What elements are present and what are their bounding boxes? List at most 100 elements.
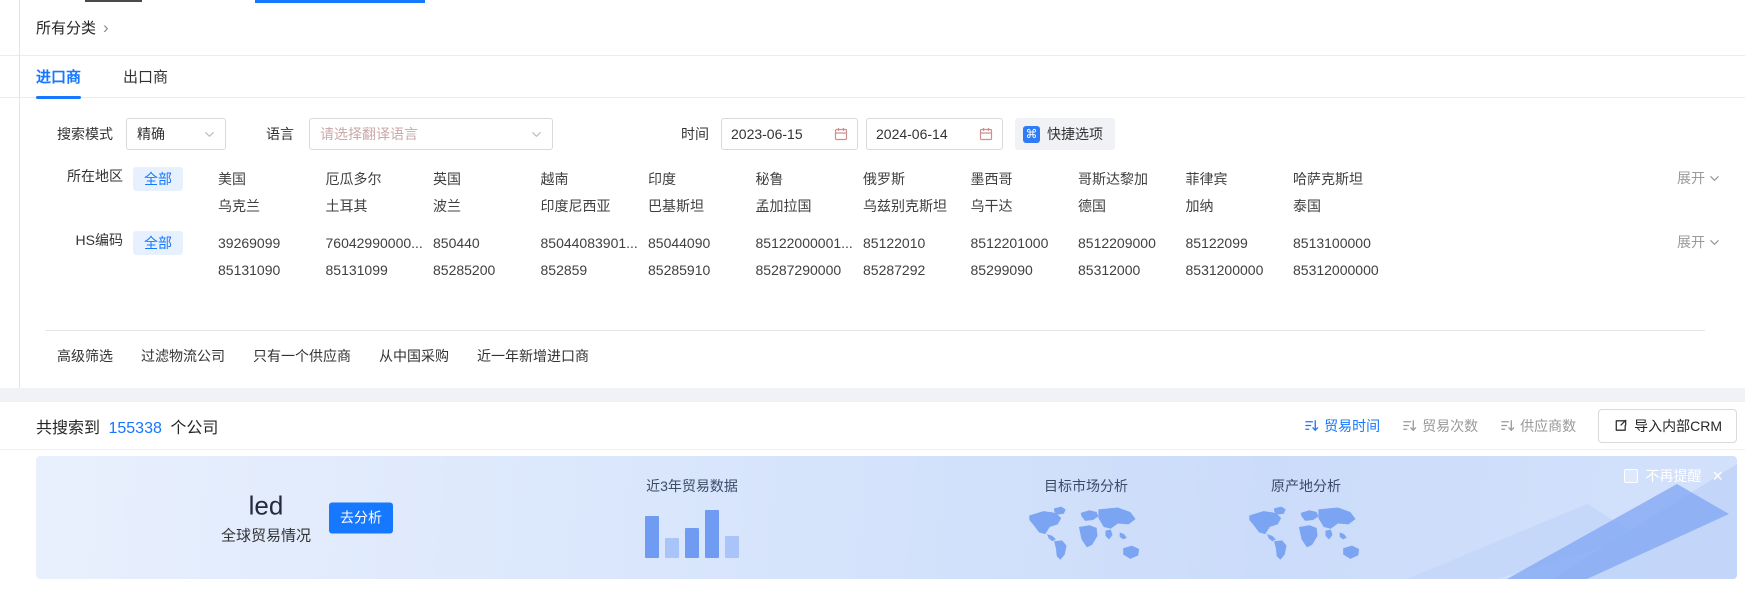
advanced-option[interactable]: 只有一个供应商: [253, 346, 351, 366]
hs-code-option[interactable]: 85044083901...: [541, 230, 649, 257]
command-icon: ⌘: [1023, 126, 1040, 143]
region-option[interactable]: 英国: [433, 166, 541, 193]
date-end-input[interactable]: 2024-06-14: [866, 118, 1003, 150]
region-option[interactable]: 乌克兰: [218, 193, 326, 220]
advanced-options: 过滤物流公司 只有一个供应商 从中国采购 近一年新增进口商: [141, 346, 589, 366]
language-label: 语言: [266, 124, 294, 144]
sort-icon: [1402, 418, 1417, 433]
hs-code-option[interactable]: 76042990000...: [326, 230, 434, 257]
region-option[interactable]: 德国: [1078, 193, 1186, 220]
hs-code-option[interactable]: 85131099: [326, 257, 434, 284]
sort-trade-time[interactable]: 贸易时间: [1304, 416, 1380, 436]
date-start-input[interactable]: 2023-06-15: [721, 118, 858, 150]
region-option[interactable]: 加纳: [1186, 193, 1294, 220]
search-mode-select[interactable]: 精确: [126, 118, 226, 150]
hs-code-option[interactable]: 85312000000: [1293, 257, 1401, 284]
hs-code-options-grid: 3926909976042990000...85044085044083901.…: [218, 230, 1401, 284]
region-option[interactable]: 孟加拉国: [756, 193, 864, 220]
hs-code-option[interactable]: 850440: [433, 230, 541, 257]
quick-options-button[interactable]: ⌘ 快捷选项: [1015, 118, 1115, 150]
category-breadcrumb[interactable]: 所有分类 ›: [0, 0, 1745, 56]
hs-code-option[interactable]: 85285200: [433, 257, 541, 284]
banner-market-section: 目标市场分析: [1011, 476, 1161, 571]
hs-code-option[interactable]: 85122000001...: [756, 230, 864, 257]
region-option[interactable]: 哈萨克斯坦: [1293, 166, 1401, 193]
region-option[interactable]: 乌兹别克斯坦: [863, 193, 971, 220]
hs-code-option[interactable]: 8531200000: [1186, 257, 1294, 284]
region-option[interactable]: 菲律宾: [1186, 166, 1294, 193]
advanced-filter-row: 高级筛选 过滤物流公司只有一个供应商从中国采购近一年新增进口商: [0, 331, 1745, 388]
region-option[interactable]: 印度: [648, 166, 756, 193]
hs-code-option[interactable]: 39269099: [218, 230, 326, 257]
quick-options-label: 快捷选项: [1047, 124, 1103, 144]
hs-code-option[interactable]: 85131090: [218, 257, 326, 284]
sort-supplier-count[interactable]: 供应商数: [1500, 416, 1576, 436]
trade-bar: [705, 510, 719, 558]
search-keyword: led: [221, 490, 311, 520]
trade-search-page: 所有分类 › 进口商 出口商 搜索模式 精确 语言 请选择翻译语言 时间 202…: [0, 0, 1745, 591]
results-toolbar: 贸易时间 贸易次数 供应商数 导入内部CRM: [1304, 409, 1737, 443]
advanced-option[interactable]: 从中国采购: [379, 346, 449, 366]
hs-code-option[interactable]: 85287292: [863, 257, 971, 284]
top-tab-remnant: [85, 0, 142, 2]
region-option[interactable]: 泰国: [1293, 193, 1401, 220]
results-header: 共搜索到 155338 个公司 贸易时间 贸易次数 供应商数: [0, 402, 1745, 450]
hs-code-option[interactable]: 85044090: [648, 230, 756, 257]
close-icon[interactable]: ×: [1712, 469, 1723, 483]
region-option[interactable]: 土耳其: [326, 193, 434, 220]
hs-code-option[interactable]: 85122099: [1186, 230, 1294, 257]
sort-trade-count[interactable]: 贸易次数: [1402, 416, 1478, 436]
region-option[interactable]: 墨西哥: [971, 166, 1079, 193]
dismiss-control: 不再提醒 ×: [1624, 466, 1723, 486]
region-option[interactable]: 印度尼西亚: [541, 193, 649, 220]
hs-code-option[interactable]: 85122010: [863, 230, 971, 257]
trade-bar: [725, 536, 739, 558]
advanced-option[interactable]: 近一年新增进口商: [477, 346, 589, 366]
category-label: 所有分类: [36, 17, 96, 38]
region-option[interactable]: 美国: [218, 166, 326, 193]
origin-section-label: 原产地分析: [1231, 476, 1381, 496]
region-option[interactable]: 波兰: [433, 193, 541, 220]
hs-code-option[interactable]: 85299090: [971, 257, 1079, 284]
importer-exporter-tabs: 进口商 出口商: [0, 56, 1745, 98]
chart-section-label: 近3年贸易数据: [622, 476, 762, 496]
region-option[interactable]: 哥斯达黎加: [1078, 166, 1186, 193]
region-option[interactable]: 乌干达: [971, 193, 1079, 220]
region-all-chip[interactable]: 全部: [133, 167, 183, 191]
promo-subtitle: 全球贸易情况: [221, 524, 311, 545]
import-crm-button[interactable]: 导入内部CRM: [1598, 409, 1737, 443]
import-icon: [1613, 418, 1628, 433]
region-label: 所在地区: [57, 166, 123, 186]
hs-code-option[interactable]: 85312000: [1078, 257, 1186, 284]
banner-promo: led 全球贸易情况 去分析: [221, 490, 393, 545]
hs-code-option[interactable]: 8513100000: [1293, 230, 1401, 257]
advanced-option[interactable]: 过滤物流公司: [141, 346, 225, 366]
results-count: 共搜索到 155338 个公司: [36, 414, 218, 438]
hs-code-option[interactable]: 852859: [541, 257, 649, 284]
language-select[interactable]: 请选择翻译语言: [309, 118, 553, 150]
region-option[interactable]: 越南: [541, 166, 649, 193]
region-option[interactable]: 巴基斯坦: [648, 193, 756, 220]
region-option[interactable]: 厄瓜多尔: [326, 166, 434, 193]
tab-exporter[interactable]: 出口商: [123, 56, 168, 98]
dont-remind-checkbox[interactable]: [1624, 469, 1638, 483]
hs-code-filter-row: HS编码 全部 3926909976042990000...8504408504…: [0, 230, 1745, 284]
hs-all-chip[interactable]: 全部: [133, 231, 183, 255]
dont-remind-label: 不再提醒: [1645, 466, 1701, 486]
hs-code-option[interactable]: 85285910: [648, 257, 756, 284]
language-placeholder: 请选择翻译语言: [320, 124, 418, 144]
hs-code-option[interactable]: 85287290000: [756, 257, 864, 284]
trade-analysis-banner: led 全球贸易情况 去分析 近3年贸易数据 目标市场分析 原产地分析: [36, 456, 1737, 579]
hs-code-label: HS编码: [57, 230, 123, 250]
hs-code-option[interactable]: 8512209000: [1078, 230, 1186, 257]
analyze-button[interactable]: 去分析: [329, 502, 393, 533]
region-option[interactable]: 俄罗斯: [863, 166, 971, 193]
hs-code-option[interactable]: 8512201000: [971, 230, 1079, 257]
region-option[interactable]: 秘鲁: [756, 166, 864, 193]
calendar-icon: [834, 127, 848, 141]
tab-importer[interactable]: 进口商: [36, 56, 81, 98]
hs-expand-toggle[interactable]: 展开: [1677, 232, 1720, 252]
chevron-down-icon: [204, 129, 215, 140]
region-expand-toggle[interactable]: 展开: [1677, 168, 1720, 188]
results-count-number: 155338: [108, 420, 161, 437]
